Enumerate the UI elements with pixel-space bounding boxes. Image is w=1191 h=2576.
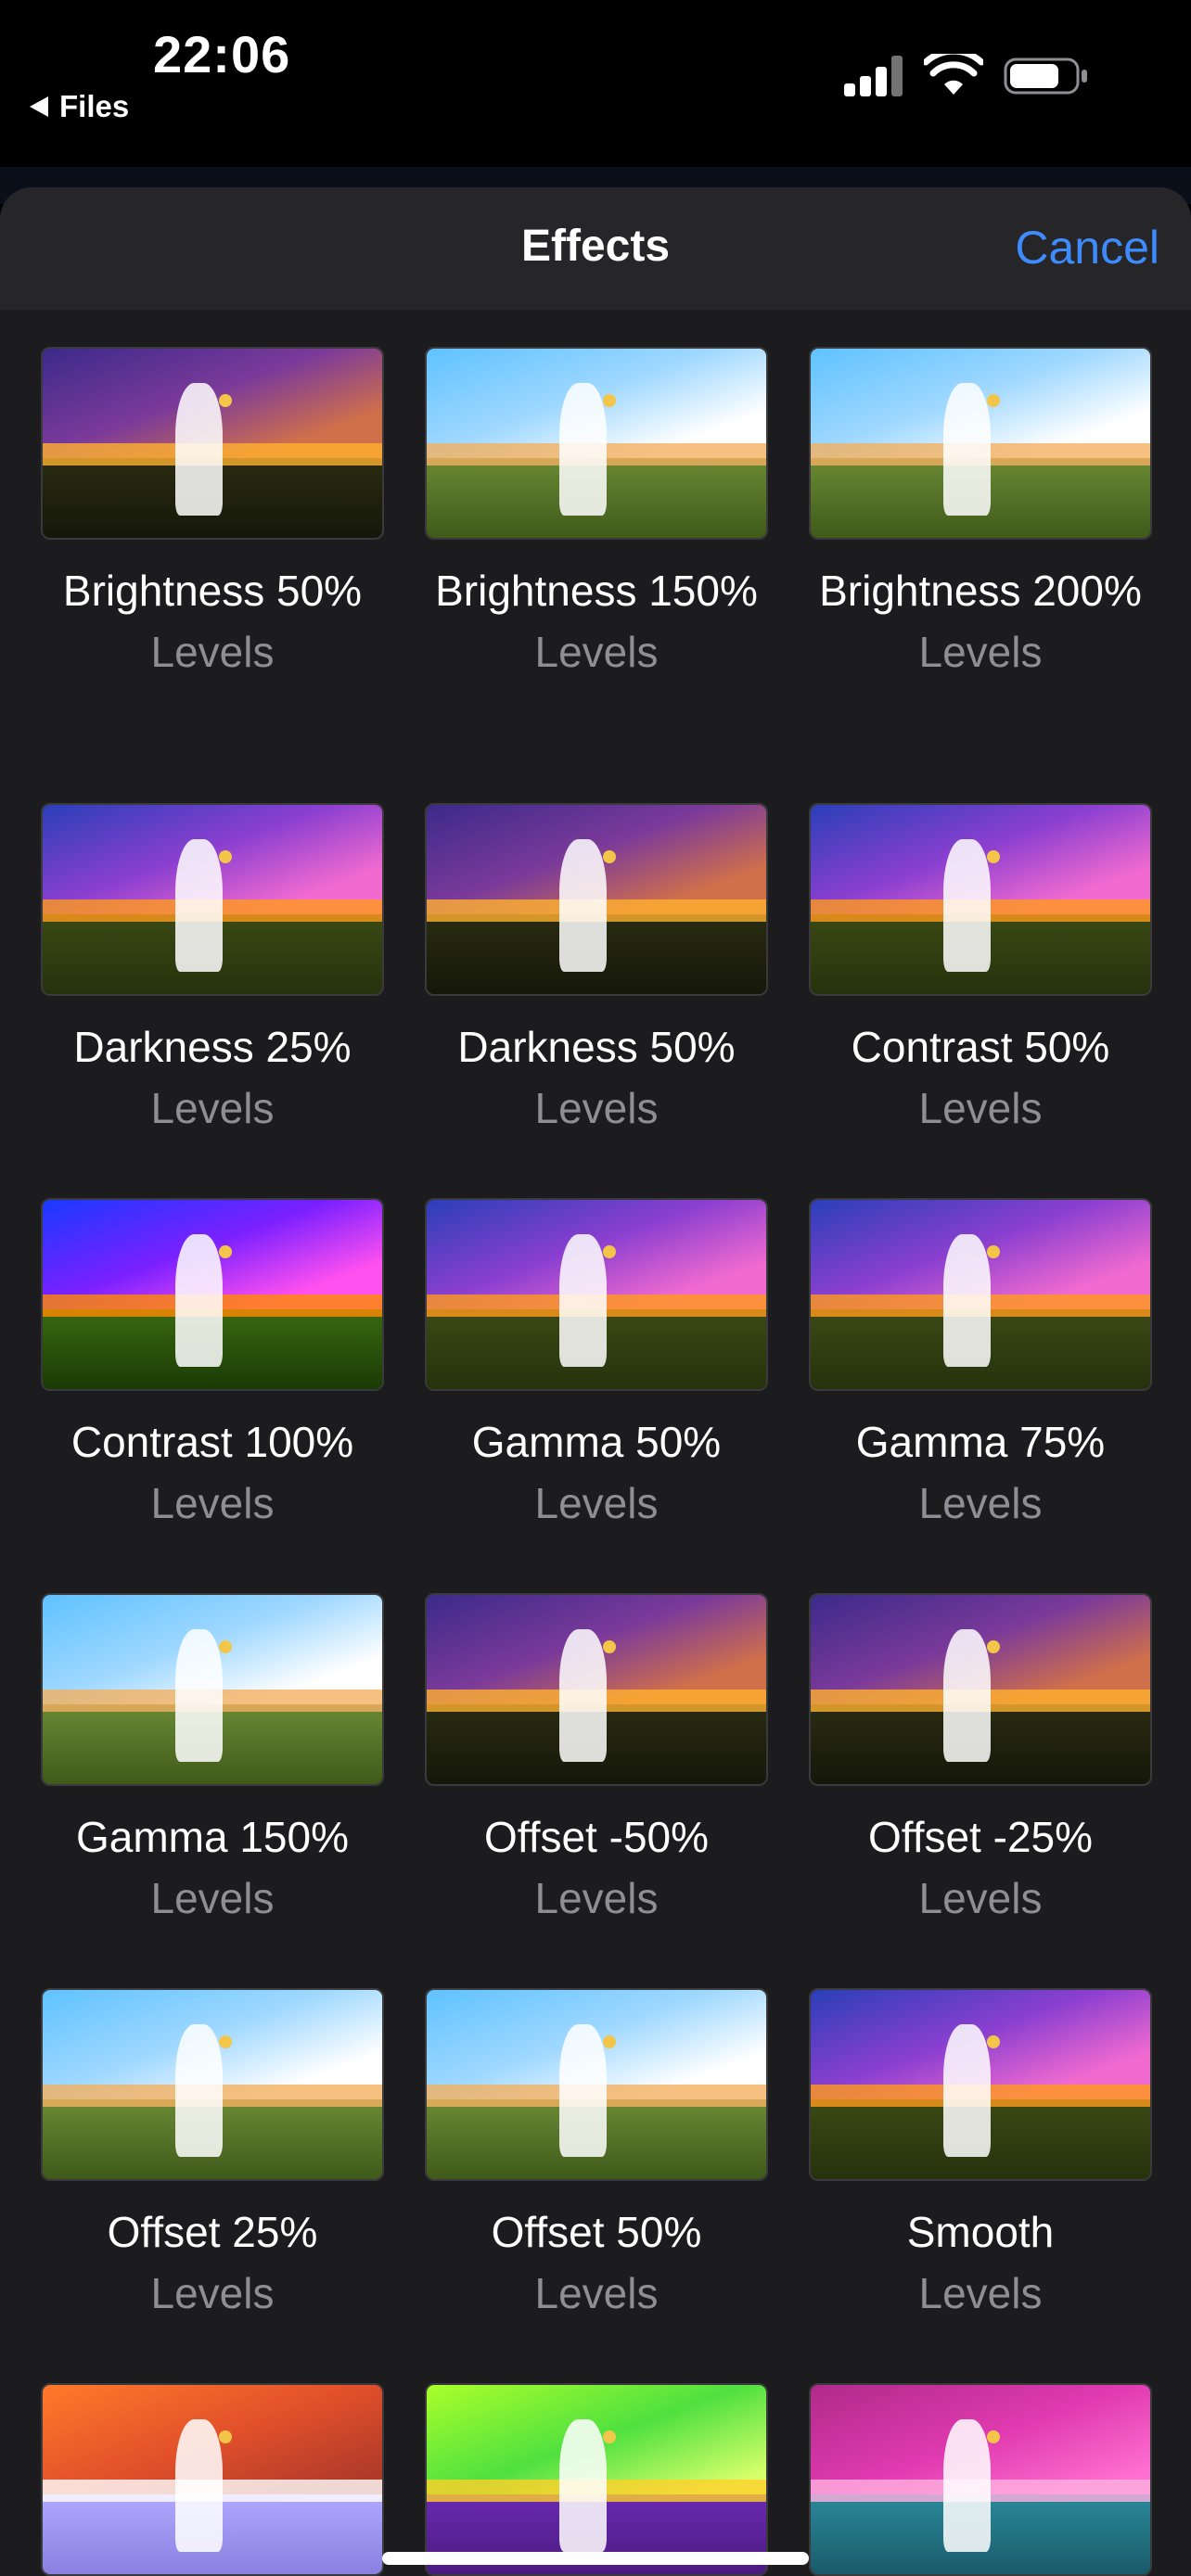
back-to-app-button[interactable]: Files — [30, 89, 129, 124]
effect-item[interactable]: Contrast 50% Levels — [809, 803, 1152, 1139]
effect-item[interactable]: Darkness 25% Levels — [41, 803, 384, 1139]
effect-item[interactable]: Offset -50% Levels — [425, 1593, 768, 1929]
effect-thumbnail[interactable] — [41, 1593, 384, 1786]
sheet-title: Effects — [520, 222, 671, 271]
effect-item[interactable] — [425, 2383, 768, 2576]
effect-label: Contrast 100% — [70, 1418, 354, 1466]
effect-item[interactable]: Brightness 150% Levels — [425, 347, 768, 682]
effect-item[interactable] — [809, 2383, 1152, 2576]
effect-label: Contrast 50% — [851, 1023, 1110, 1071]
effect-label: Darkness 25% — [73, 1023, 352, 1071]
effect-item[interactable]: Offset 25% Levels — [41, 1988, 384, 2324]
effect-thumbnail[interactable] — [41, 1988, 384, 2181]
effect-item[interactable]: Contrast 100% Levels — [41, 1198, 384, 1534]
effect-label: Brightness 200% — [819, 567, 1142, 615]
home-indicator — [382, 2552, 809, 2565]
effect-category: Levels — [918, 1874, 1043, 1922]
effect-thumbnail[interactable] — [425, 2383, 768, 2576]
effect-thumbnail[interactable] — [41, 803, 384, 996]
effect-thumbnail[interactable] — [425, 803, 768, 996]
effect-thumbnail[interactable] — [809, 2383, 1152, 2576]
effect-category: Levels — [150, 1479, 275, 1527]
effect-item[interactable]: Smooth Levels — [809, 1988, 1152, 2324]
effect-category: Levels — [534, 628, 659, 676]
effect-label: Darkness 50% — [457, 1023, 736, 1071]
back-app-label: Files — [59, 89, 130, 123]
effect-item[interactable]: Darkness 50% Levels — [425, 803, 768, 1139]
effects-sheet: Effects Cancel Brightness 50% Levels Brigh… — [0, 187, 1191, 2576]
effect-thumbnail[interactable] — [809, 347, 1152, 540]
cellular-signal-icon — [844, 56, 905, 96]
effect-label: Brightness 50% — [62, 567, 363, 615]
effect-thumbnail[interactable] — [41, 1198, 384, 1391]
effect-item[interactable] — [41, 2383, 384, 2576]
effect-category: Levels — [918, 1479, 1043, 1527]
sheet-header: Effects Cancel — [0, 187, 1191, 310]
effect-thumbnail[interactable] — [425, 1593, 768, 1786]
effect-thumbnail[interactable] — [809, 803, 1152, 996]
effect-category: Levels — [534, 1874, 659, 1922]
effect-item[interactable]: Gamma 150% Levels — [41, 1593, 384, 1929]
effect-category: Levels — [918, 2269, 1043, 2317]
effect-label: Smooth — [906, 2208, 1055, 2256]
effect-label: Gamma 50% — [471, 1418, 722, 1466]
effect-item[interactable]: Brightness 50% Levels — [41, 347, 384, 682]
effect-thumbnail[interactable] — [809, 1593, 1152, 1786]
effect-thumbnail[interactable] — [41, 347, 384, 540]
effect-thumbnail[interactable] — [425, 1198, 768, 1391]
back-arrow-icon — [30, 96, 48, 117]
effect-label: Offset 50% — [491, 2208, 702, 2256]
effect-item[interactable]: Gamma 75% Levels — [809, 1198, 1152, 1534]
effect-category: Levels — [150, 2269, 275, 2317]
cancel-button[interactable]: Cancel — [1015, 221, 1159, 274]
effect-category: Levels — [534, 1084, 659, 1132]
status-time: 22:06 — [153, 25, 291, 83]
effect-category: Levels — [534, 2269, 659, 2317]
effect-thumbnail[interactable] — [809, 1198, 1152, 1391]
effect-label: Gamma 150% — [75, 1813, 349, 1861]
effect-thumbnail[interactable] — [425, 347, 768, 540]
effect-label: Gamma 75% — [855, 1418, 1106, 1466]
effect-label: Brightness 150% — [435, 567, 758, 615]
effect-thumbnail[interactable] — [425, 1988, 768, 2181]
status-bar: 22:06 Files — [0, 0, 1191, 185]
effect-category: Levels — [534, 1479, 659, 1527]
effect-category: Levels — [150, 628, 275, 676]
effect-thumbnail[interactable] — [809, 1988, 1152, 2181]
effect-category: Levels — [150, 1874, 275, 1922]
effect-item[interactable]: Gamma 50% Levels — [425, 1198, 768, 1534]
effect-label: Offset 25% — [107, 2208, 318, 2256]
effect-label: Offset -25% — [867, 1813, 1094, 1861]
effect-category: Levels — [918, 1084, 1043, 1132]
battery-icon — [1004, 57, 1087, 95]
effect-category: Levels — [918, 628, 1043, 676]
effect-item[interactable]: Brightness 200% Levels — [809, 347, 1152, 682]
effect-thumbnail[interactable] — [41, 2383, 384, 2576]
effect-item[interactable]: Offset 50% Levels — [425, 1988, 768, 2324]
effect-item[interactable]: Offset -25% Levels — [809, 1593, 1152, 1929]
effect-category: Levels — [150, 1084, 275, 1132]
wifi-icon — [924, 54, 983, 95]
effect-label: Offset -50% — [483, 1813, 710, 1861]
